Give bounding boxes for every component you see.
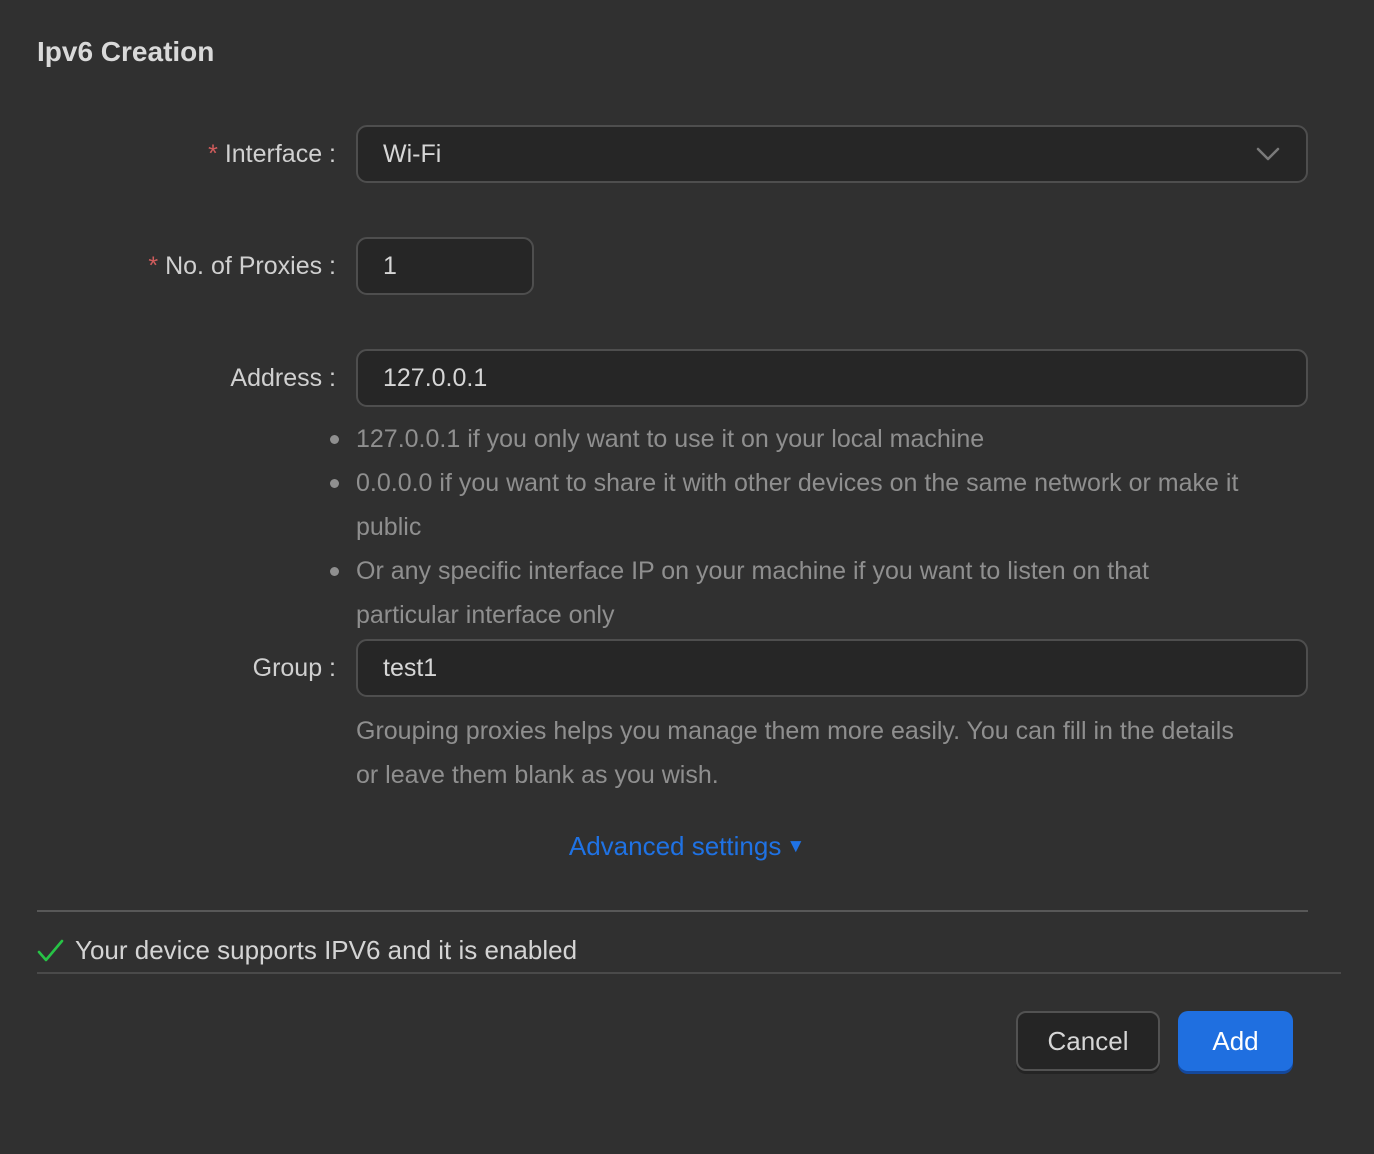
field-label: Address : bbox=[230, 364, 336, 393]
form-row-address: Address : 127.0.0.1 if you only want to … bbox=[0, 349, 1374, 637]
proxies-label: * No. of Proxies : bbox=[0, 252, 336, 281]
cancel-button[interactable]: Cancel bbox=[1016, 1011, 1160, 1071]
bullet-dot bbox=[330, 479, 339, 488]
group-label: Group : bbox=[0, 654, 336, 683]
address-hint-list: 127.0.0.1 if you only want to use it on … bbox=[330, 417, 1374, 637]
form-row-interface: * Interface : Wi-Fi bbox=[0, 125, 1374, 183]
proxies-input[interactable] bbox=[356, 237, 534, 295]
address-hint-item: Or any specific interface IP on your mac… bbox=[330, 549, 1374, 637]
ipv6-status-text: Your device supports IPV6 and it is enab… bbox=[75, 935, 577, 966]
interface-select-value: Wi-Fi bbox=[383, 140, 441, 169]
form-row-proxies: * No. of Proxies : bbox=[0, 237, 1374, 295]
chevron-down-icon bbox=[1256, 146, 1280, 162]
required-marker: * bbox=[148, 252, 158, 281]
ipv6-creation-dialog: Ipv6 Creation * Interface : Wi-Fi * No. … bbox=[0, 0, 1374, 1154]
bullet-dot bbox=[330, 435, 339, 444]
advanced-settings-label: Advanced settings bbox=[569, 831, 781, 862]
address-hint-text: 127.0.0.1 if you only want to use it on … bbox=[356, 417, 984, 461]
required-marker: * bbox=[208, 140, 218, 169]
address-hint-item: 0.0.0.0 if you want to share it with oth… bbox=[330, 461, 1374, 549]
group-hint: Grouping proxies helps you manage them m… bbox=[356, 709, 1256, 797]
address-hint-text: Or any specific interface IP on your mac… bbox=[356, 549, 1256, 637]
ipv6-creation-form: * Interface : Wi-Fi * No. of Proxies : bbox=[0, 125, 1374, 862]
address-hint-text: 0.0.0.0 if you want to share it with oth… bbox=[356, 461, 1256, 549]
address-hint-item: 127.0.0.1 if you only want to use it on … bbox=[330, 417, 1374, 461]
interface-label: * Interface : bbox=[0, 140, 336, 169]
advanced-settings-link[interactable]: Advanced settings ▼ bbox=[569, 831, 805, 862]
check-icon bbox=[37, 939, 65, 963]
ipv6-status-row: Your device supports IPV6 and it is enab… bbox=[37, 912, 1374, 972]
bullet-dot bbox=[330, 567, 339, 576]
triangle-down-icon: ▼ bbox=[786, 836, 805, 858]
divider bbox=[37, 972, 1341, 974]
dialog-footer: Cancel Add bbox=[0, 1011, 1374, 1071]
field-label: Interface : bbox=[225, 140, 336, 169]
field-label: No. of Proxies : bbox=[165, 252, 336, 281]
form-row-group: Group : Grouping proxies helps you manag… bbox=[0, 639, 1374, 797]
group-input[interactable] bbox=[356, 639, 1308, 697]
interface-select[interactable]: Wi-Fi bbox=[356, 125, 1308, 183]
field-label: Group : bbox=[253, 654, 336, 683]
advanced-settings: Advanced settings ▼ bbox=[0, 831, 1374, 862]
address-input[interactable] bbox=[356, 349, 1308, 407]
address-label: Address : bbox=[0, 364, 336, 393]
page-title: Ipv6 Creation bbox=[37, 36, 1374, 68]
add-button[interactable]: Add bbox=[1178, 1011, 1293, 1071]
